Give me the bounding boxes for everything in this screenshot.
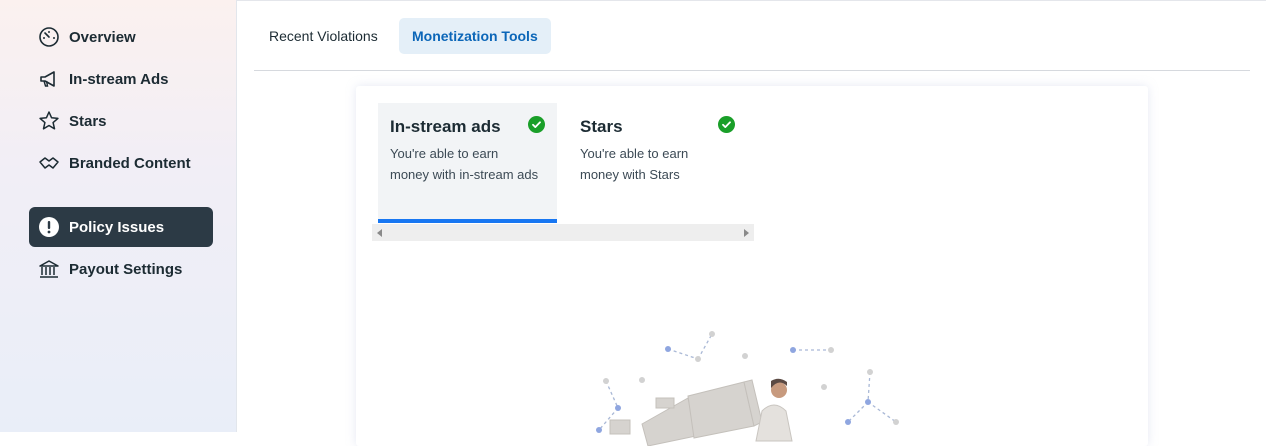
handshake-icon [38, 152, 60, 174]
sidebar-item-label: Branded Content [69, 154, 191, 172]
sidebar-item-in-stream-ads[interactable]: In-stream Ads [29, 59, 213, 99]
megaphone-icon [38, 68, 60, 90]
sidebar-item-label: Payout Settings [69, 260, 183, 278]
gauge-icon [38, 26, 60, 48]
bank-icon [38, 258, 60, 280]
tab-divider [254, 70, 1250, 71]
sidebar: Overview In-stream Ads Stars Branded Con… [0, 0, 237, 432]
tab-recent-violations[interactable]: Recent Violations [256, 18, 391, 54]
sidebar-item-label: In-stream Ads [69, 70, 169, 88]
sidebar-item-label: Stars [69, 112, 107, 130]
star-icon [38, 110, 60, 132]
alert-circle-icon [38, 216, 60, 238]
main-content: Recent Violations Monetization Tools In-… [237, 0, 1266, 446]
sidebar-item-branded-content[interactable]: Branded Content [29, 143, 213, 183]
tab-monetization-tools[interactable]: Monetization Tools [399, 18, 551, 54]
monetization-tools-panel: In-stream ads You're able to earn money … [356, 86, 1148, 446]
sidebar-item-label: Overview [69, 28, 136, 46]
empty-state-illustration [596, 331, 899, 446]
sidebar-item-label: Policy Issues [69, 218, 165, 236]
sidebar-item-stars[interactable]: Stars [29, 101, 213, 141]
sidebar-item-payout-settings[interactable]: Payout Settings [29, 249, 213, 289]
sidebar-item-policy-issues[interactable]: Policy Issues [29, 207, 213, 247]
sidebar-item-overview[interactable]: Overview [29, 17, 213, 57]
